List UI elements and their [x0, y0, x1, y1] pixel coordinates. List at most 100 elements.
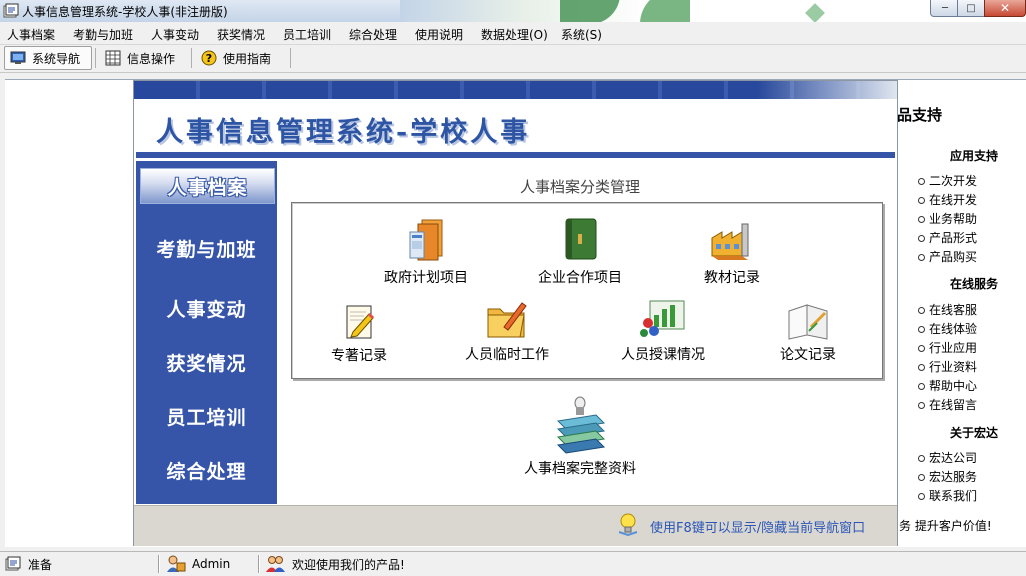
- menu-item-awards[interactable]: 获奖情况: [217, 26, 265, 43]
- tile-paper-record[interactable]: 论文记录: [778, 297, 838, 364]
- toolbar-separator: [290, 48, 291, 68]
- menu-item-attendance[interactable]: 考勤与加班: [73, 26, 133, 43]
- status-bar: 准备 Admin 欢迎使用我们的产品!: [0, 551, 1026, 576]
- system-navigation-label: 系统导航: [32, 51, 81, 66]
- menu-bar: 人事档案 考勤与加班 人事变动 获奖情况 员工培训 综合处理 使用说明 数据处理…: [0, 23, 1026, 45]
- toolbar-separator: [191, 48, 192, 68]
- status-separator: [258, 555, 259, 573]
- edit-document-icon: [346, 305, 375, 339]
- status-ready-label: 准备: [28, 557, 53, 572]
- menu-item-instructions[interactable]: 使用说明: [415, 26, 463, 43]
- status-welcome-label: 欢迎使用我们的产品!: [292, 557, 405, 572]
- info-operation-label: 信息操作: [127, 51, 176, 66]
- support-link-label: 行业资料: [929, 360, 978, 374]
- app-status-icon: [5, 556, 21, 571]
- category-personnel-change[interactable]: 人事变动: [136, 295, 277, 322]
- category-training[interactable]: 员工培训: [136, 403, 277, 430]
- bullet-icon: [918, 254, 925, 261]
- support-link-industry-app[interactable]: 行业应用: [918, 339, 977, 356]
- support-link-online-trial[interactable]: 在线体验: [918, 320, 977, 337]
- app-icon: [3, 3, 19, 18]
- category-awards[interactable]: 获奖情况: [136, 349, 277, 376]
- menu-item-general[interactable]: 综合处理: [349, 26, 397, 43]
- info-operation-button[interactable]: 信息操作: [100, 46, 186, 70]
- tile-temporary-work[interactable]: 人员临时工作: [464, 297, 550, 364]
- support-link-business-help[interactable]: 业务帮助: [918, 210, 977, 227]
- banner-decoration: [640, 0, 690, 22]
- tile-monograph-record[interactable]: 专著记录: [329, 302, 389, 365]
- bullet-icon: [918, 307, 925, 314]
- support-link-contact[interactable]: 联系我们: [918, 487, 977, 504]
- grid-icon: [105, 50, 121, 66]
- open-book-icon: [788, 304, 828, 340]
- support-heading: 应用支持: [950, 149, 999, 163]
- bullet-icon: [918, 216, 925, 223]
- tile-government-project[interactable]: 政府计划项目: [383, 216, 469, 287]
- maximize-button[interactable]: □: [957, 0, 985, 17]
- support-link-label: 在线留言: [929, 398, 978, 412]
- bullet-icon: [918, 493, 925, 500]
- tile-teaching-status[interactable]: 人员授课情况: [620, 297, 706, 364]
- monitor-icon: [10, 51, 26, 64]
- status-user: Admin: [166, 555, 230, 573]
- bullet-icon: [918, 326, 925, 333]
- tile-textbook-record[interactable]: 教材记录: [700, 216, 764, 287]
- notebook-icon: [565, 218, 597, 260]
- support-link-company[interactable]: 宏达公司: [918, 449, 977, 466]
- user-guide-label: 使用指南: [223, 51, 272, 66]
- support-link-label: 联系我们: [929, 489, 978, 503]
- support-link-service[interactable]: 宏达服务: [918, 468, 977, 485]
- bullet-icon: [918, 345, 925, 352]
- support-link-label: 在线开发: [929, 193, 978, 207]
- tile-label: 人事档案完整资料: [524, 461, 636, 477]
- support-link-secondary-dev[interactable]: 二次开发: [918, 172, 977, 189]
- users-icon: [266, 556, 285, 572]
- status-user-label: Admin: [192, 557, 231, 571]
- status-separator: [158, 555, 159, 573]
- nav-title: 人事信息管理系统-学校人事: [156, 117, 531, 148]
- support-link-label: 宏达公司: [929, 451, 978, 465]
- tile-enterprise-project[interactable]: 企业合作项目: [537, 216, 623, 287]
- toolbar: 系统导航 信息操作 ? 使用指南: [0, 45, 1026, 73]
- support-link-online-dev[interactable]: 在线开发: [918, 191, 977, 208]
- tile-label: 论文记录: [780, 347, 836, 363]
- support-title: 品支持: [897, 106, 943, 124]
- minimize-button[interactable]: ─: [930, 0, 960, 17]
- category-attendance[interactable]: 考勤与加班: [136, 235, 277, 262]
- menu-item-personnel-files[interactable]: 人事档案: [7, 26, 55, 43]
- tile-label: 专著记录: [331, 348, 387, 364]
- binder-icon: [409, 219, 443, 261]
- support-link-label: 宏达服务: [929, 470, 978, 484]
- bullet-icon: [918, 178, 925, 185]
- support-link-help-center[interactable]: 帮助中心: [918, 377, 977, 394]
- support-link-product-form[interactable]: 产品形式: [918, 229, 977, 246]
- user-guide-button[interactable]: ? 使用指南: [196, 46, 286, 70]
- menu-item-data-processing[interactable]: 数据处理(O): [481, 26, 548, 43]
- bullet-icon: [918, 235, 925, 242]
- category-personnel-files-active[interactable]: 人事档案: [140, 168, 275, 204]
- close-button[interactable]: ✕: [984, 0, 1026, 17]
- menu-item-training[interactable]: 员工培训: [283, 26, 331, 43]
- system-navigation-button[interactable]: 系统导航: [4, 46, 92, 70]
- category-general[interactable]: 综合处理: [136, 457, 277, 484]
- support-link-purchase[interactable]: 产品购买: [918, 248, 977, 265]
- tile-label: 教材记录: [704, 270, 760, 286]
- active-category-label: 人事档案: [167, 176, 248, 199]
- bullet-icon: [918, 474, 925, 481]
- help-icon: ?: [201, 50, 217, 66]
- support-link-message[interactable]: 在线留言: [918, 396, 977, 413]
- support-link-label: 二次开发: [929, 174, 978, 188]
- support-link-industry-data[interactable]: 行业资料: [918, 358, 977, 375]
- section-title: 人事档案分类管理: [520, 178, 641, 196]
- support-link-label: 在线客服: [929, 303, 978, 317]
- tile-label: 人员授课情况: [621, 347, 705, 363]
- nav-hint-text: 使用F8键可以显示/隐藏当前导航窗口: [650, 521, 866, 536]
- tile-complete-archive[interactable]: 人事档案完整资料: [520, 393, 640, 478]
- tile-label: 企业合作项目: [538, 270, 622, 286]
- menu-item-personnel-change[interactable]: 人事变动: [151, 26, 199, 43]
- menu-item-system[interactable]: 系统(S): [561, 26, 602, 43]
- support-link-online-service[interactable]: 在线客服: [918, 301, 977, 318]
- support-link-label: 行业应用: [929, 341, 978, 355]
- support-link-label: 业务帮助: [929, 212, 978, 226]
- support-link-label: 产品购买: [929, 250, 978, 264]
